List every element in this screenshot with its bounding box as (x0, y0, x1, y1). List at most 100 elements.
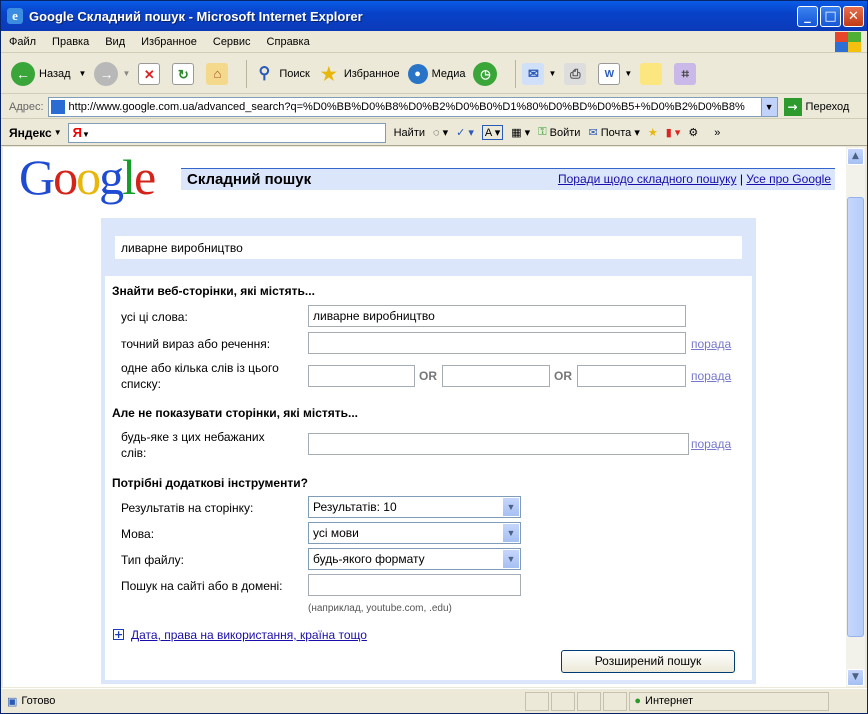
scroll-thumb[interactable] (847, 197, 864, 637)
page-icon (50, 99, 65, 114)
yandex-login[interactable]: ⚿ Войти (538, 126, 580, 139)
discuss-button[interactable] (640, 62, 666, 85)
vertical-scrollbar[interactable]: ▲ ▼ (846, 147, 865, 687)
site-domain-input[interactable] (308, 574, 521, 596)
edit-button[interactable]: W ▼ (598, 62, 632, 85)
close-button[interactable]: ✕ (843, 6, 864, 27)
go-button[interactable]: Переход (806, 101, 850, 113)
site-hint: (наприклад, youtube.com, .edu) (308, 603, 452, 614)
home-button[interactable]: ⌂ (206, 62, 232, 85)
exact-phrase-tip-link[interactable]: порада (691, 337, 731, 351)
all-words-input[interactable]: ливарне виробництво (308, 305, 686, 327)
print-button[interactable]: ⎙ (564, 62, 590, 85)
toolbar-separator (515, 59, 517, 88)
envelope-icon: ✉ (588, 127, 598, 139)
translate-icon[interactable]: A ▾ (481, 125, 504, 140)
any-words-input-3[interactable] (577, 365, 686, 387)
windows-logo-icon (835, 32, 861, 52)
or-separator: OR (554, 369, 572, 383)
home-icon: ⌂ (206, 62, 229, 85)
favorites-button[interactable]: ★ Избранное (318, 63, 400, 85)
menu-edit[interactable]: Правка (52, 36, 89, 48)
address-url: http://www.google.com.ua/advanced_search… (68, 100, 745, 113)
globe-icon: ● (634, 695, 642, 707)
research-button[interactable]: ⌗ (674, 62, 700, 85)
exclude-heading: Але не показувати сторінки, які містять.… (112, 406, 358, 420)
spellcheck-icon[interactable]: ✓ ▾ (456, 126, 474, 139)
settings-icon[interactable]: ▦ ▾ (511, 126, 530, 139)
minimize-button[interactable]: _ (797, 6, 818, 27)
history-icon: ◷ (473, 61, 498, 86)
mail-button[interactable]: ✉ ▼ (522, 62, 556, 85)
status-text: Готово (21, 695, 56, 707)
about-google-link[interactable]: Усе про Google (746, 172, 831, 186)
yandex-mail[interactable]: ✉ Почта ▾ (588, 126, 639, 140)
stop-icon: ✕ (138, 62, 161, 85)
bar-icon[interactable]: ▮ ▾ (666, 126, 681, 139)
window-title: Google Складний пошук - Microsoft Intern… (29, 8, 363, 24)
exclude-tip-link[interactable]: порада (691, 437, 731, 451)
results-label: Результатів на сторінку: (121, 501, 254, 515)
language-select[interactable]: усі мови ▼ (308, 522, 521, 544)
history-button[interactable]: ◷ (473, 61, 501, 86)
google-logo[interactable]: Google (19, 147, 156, 207)
media-button[interactable]: ● Медиа (407, 63, 465, 84)
standard-toolbar: ← Назад ▼ → ▼ ✕ ↻ ⌂ ⚲ Поиск ★ Избранное … (1, 54, 867, 94)
any-words-tip-link[interactable]: порада (691, 369, 731, 383)
speech-bubble-icon[interactable]: ◌ ▾ (433, 126, 448, 139)
more-options-link[interactable]: Дата, права на використання, країна тощо (131, 628, 367, 642)
menu-favorites[interactable]: Избранное (141, 36, 197, 48)
print-icon: ⎙ (564, 62, 587, 85)
or-separator: OR (419, 369, 437, 383)
menu-bar: Файл Правка Вид Избранное Сервис Справка (1, 31, 867, 53)
research-icon: ⌗ (674, 62, 697, 85)
address-dropdown-icon[interactable]: ▼ (760, 97, 777, 116)
yandex-brand[interactable]: Яндекс (9, 126, 52, 140)
note-icon (640, 62, 663, 85)
exact-phrase-label: точний вираз або речення: (121, 337, 271, 351)
search-icon: ⚲ (258, 64, 271, 82)
yandex-search-input[interactable]: Я▼ (67, 122, 386, 143)
scroll-down-icon[interactable]: ▼ (847, 669, 864, 686)
forward-button[interactable]: → ▼ (94, 61, 130, 86)
address-label: Адрес: (9, 100, 44, 113)
gear-icon[interactable]: ⚙ (688, 126, 698, 139)
filetype-select[interactable]: будь-якого формату ▼ (308, 548, 521, 570)
go-arrow-icon[interactable]: → (783, 97, 802, 116)
forward-arrow-icon: → (94, 61, 119, 86)
yandex-find-button[interactable]: Найти (394, 127, 425, 139)
refresh-icon: ↻ (172, 62, 195, 85)
chevron-right-icon[interactable]: » (714, 127, 720, 139)
chevron-down-icon: ▼ (502, 523, 520, 543)
menu-view[interactable]: Вид (105, 36, 125, 48)
results-per-page-select[interactable]: Результатів: 10 ▼ (308, 496, 521, 518)
menu-tools[interactable]: Сервис (213, 36, 251, 48)
exact-phrase-input[interactable] (308, 332, 686, 354)
tips-link[interactable]: Поради щодо складного пошуку (558, 172, 737, 186)
menu-help[interactable]: Справка (267, 36, 310, 48)
exclude-words-input[interactable] (308, 433, 689, 455)
page-content: Google Складний пошук Поради щодо складн… (3, 147, 846, 687)
edit-dropdown-icon[interactable]: ▼ (624, 69, 632, 78)
mail-dropdown-icon[interactable]: ▼ (548, 69, 556, 78)
expand-plus-icon[interactable]: + (113, 629, 124, 640)
yandex-dropdown-icon[interactable]: ▼ (54, 128, 62, 137)
refresh-button[interactable]: ↻ (172, 62, 198, 85)
back-button[interactable]: ← Назад ▼ (11, 61, 87, 86)
site-label: Пошук на сайті або в домені: (121, 579, 283, 593)
header-bar: Складний пошук Поради щодо складного пош… (181, 168, 835, 190)
yandex-toolbar: Яндекс ▼ Я▼ Найти ◌ ▾ ✓ ▾ A ▾ ▦ ▾ ⚿ Войт… (1, 120, 867, 146)
advanced-search-button[interactable]: Розширений пошук (561, 650, 735, 673)
forward-dropdown-icon[interactable]: ▼ (122, 69, 130, 78)
any-words-input-2[interactable] (442, 365, 550, 387)
any-words-input-1[interactable] (308, 365, 415, 387)
address-field[interactable]: http://www.google.com.ua/advanced_search… (47, 96, 778, 117)
scroll-up-icon[interactable]: ▲ (847, 148, 864, 165)
back-dropdown-icon[interactable]: ▼ (79, 69, 87, 78)
page-title: Складний пошук (187, 171, 312, 188)
menu-file[interactable]: Файл (9, 36, 36, 48)
stop-button[interactable]: ✕ (138, 62, 164, 85)
bookmark-icon[interactable]: ★ (648, 126, 658, 139)
maximize-button[interactable]: □ (820, 6, 841, 27)
search-button[interactable]: ⚲ Поиск (253, 63, 310, 85)
